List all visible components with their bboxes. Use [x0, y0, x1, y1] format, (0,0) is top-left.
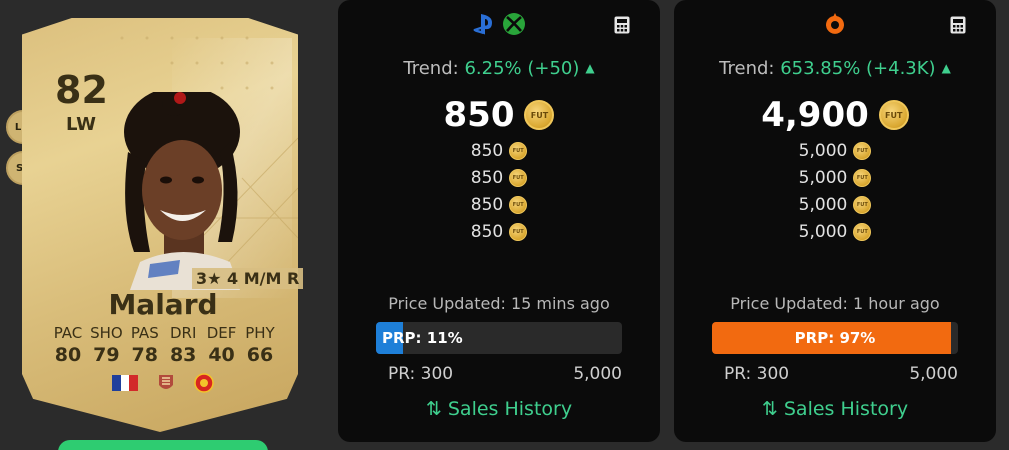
- platform-icons: [338, 12, 660, 36]
- price-trend: Trend: 6.25% (+50) ▲: [338, 58, 660, 79]
- trend-up-arrow-icon: ▲: [941, 61, 951, 75]
- list-item: 850 FUT: [470, 140, 528, 162]
- stat-value: 79: [93, 344, 120, 366]
- price-range-min: PR: 300: [724, 364, 790, 384]
- stat-label: DEF: [206, 324, 237, 342]
- calculator-icon[interactable]: [614, 16, 630, 34]
- league-badge-icon: [159, 375, 173, 389]
- fut-coin-icon: FUT: [853, 223, 872, 241]
- prp-progress-bar: PRP: 11%: [376, 322, 622, 354]
- stat-value: 40: [208, 344, 235, 366]
- platform-icons: [674, 12, 996, 38]
- sort-arrows-icon: ⇅: [425, 398, 442, 420]
- current-price: 4,900 FUT: [674, 95, 996, 135]
- trend-value: 653.85% (+4.3K): [780, 58, 936, 79]
- fut-coin-icon: FUT: [509, 223, 528, 241]
- player-skills-weakfoot: 3★ 4 M/M R: [192, 268, 304, 289]
- list-item: 850 FUT: [470, 221, 528, 243]
- fut-coin-icon: FUT: [509, 169, 528, 187]
- sales-history-link[interactable]: ⇅ Sales History: [674, 398, 996, 420]
- price-value: 850: [470, 168, 504, 188]
- stat-label: PAC: [53, 324, 83, 342]
- stat-label: SHO: [90, 324, 123, 342]
- fut-coin-icon: FUT: [853, 169, 872, 187]
- player-position: LW: [66, 114, 96, 135]
- price-value: 5,000: [798, 195, 848, 215]
- prp-label: PRP:: [794, 329, 835, 347]
- player-rating: 82: [55, 68, 108, 112]
- origin-icon: [826, 13, 844, 34]
- trend-value: 6.25% (+50): [464, 58, 580, 79]
- sales-history-link[interactable]: ⇅ Sales History: [338, 398, 660, 420]
- card-badges: [112, 373, 214, 393]
- list-item: 5,000 FUT: [799, 194, 872, 216]
- green-action-button[interactable]: [58, 440, 268, 450]
- player-portrait: [124, 92, 240, 290]
- current-price-value: 850: [443, 95, 515, 135]
- recent-prices-list: 850 FUT 850 FUT 850 FUT 850 FUT: [338, 140, 660, 243]
- trend-label: Trend:: [403, 58, 459, 79]
- price-trend: Trend: 653.85% (+4.3K) ▲: [674, 58, 996, 79]
- list-item: 850 FUT: [470, 194, 528, 216]
- recent-prices-list: 5,000 FUT 5,000 FUT 5,000 FUT 5,000 FUT: [674, 140, 996, 243]
- price-value: 5,000: [798, 168, 848, 188]
- sales-history-label: Sales History: [783, 398, 909, 420]
- xbox-icon: [503, 13, 525, 35]
- price-updated-time: Price Updated: 15 mins ago: [388, 294, 610, 313]
- price-range-max: 5,000: [909, 364, 958, 384]
- france-flag-icon: [112, 375, 139, 391]
- price-range: PR: 300 5,000: [724, 364, 958, 384]
- trend-up-arrow-icon: ▲: [585, 61, 595, 75]
- price-value: 5,000: [798, 141, 848, 161]
- stat-value: 66: [246, 344, 274, 366]
- fut-coin-icon: FUT: [524, 100, 555, 130]
- stat-value: 78: [131, 344, 158, 366]
- price-range-min: PR: 300: [388, 364, 454, 384]
- fut-coin-icon: FUT: [853, 196, 872, 214]
- playstation-icon: [473, 14, 492, 35]
- fut-coin-icon: FUT: [853, 142, 872, 160]
- price-range: PR: 300 5,000: [388, 364, 622, 384]
- player-name: Malard: [108, 288, 218, 321]
- sort-arrows-icon: ⇅: [761, 398, 778, 420]
- prp-value: 11%: [426, 329, 463, 347]
- current-price-value: 4,900: [761, 95, 869, 135]
- stat-values: 80 79 78 83 40 66: [50, 344, 278, 366]
- stat-value: 83: [169, 344, 197, 366]
- console-price-panel: Trend: 6.25% (+50) ▲ 850 FUT 850 FUT 850 FU…: [338, 0, 660, 442]
- stat-label: PHY: [245, 324, 275, 342]
- stat-labels: PAC SHO PAS DRI DEF PHY: [50, 324, 278, 342]
- sales-history-label: Sales History: [447, 398, 573, 420]
- fut-coin-icon: FUT: [878, 100, 909, 130]
- manchester-united-crest-icon: [194, 373, 214, 393]
- stat-label: PAS: [130, 324, 159, 342]
- price-value: 850: [470, 222, 504, 242]
- price-updated-time: Price Updated: 1 hour ago: [730, 294, 940, 313]
- fut-coin-icon: FUT: [509, 196, 528, 214]
- list-item: 850 FUT: [470, 167, 528, 189]
- stat-value: 80: [54, 344, 82, 366]
- calculator-icon[interactable]: [950, 16, 966, 34]
- price-value: 850: [470, 195, 504, 215]
- price-value: 850: [470, 141, 504, 161]
- list-item: 5,000 FUT: [799, 167, 872, 189]
- prp-value: 97%: [839, 329, 876, 347]
- fut-coin-icon: FUT: [509, 142, 528, 160]
- prp-progress-bar: PRP: 97%: [712, 322, 958, 354]
- prp-label: PRP:: [382, 329, 422, 347]
- list-item: 5,000 FUT: [799, 221, 872, 243]
- stat-label: DRI: [169, 324, 197, 342]
- trend-label: Trend:: [719, 58, 775, 79]
- pc-price-panel: Trend: 653.85% (+4.3K) ▲ 4,900 FUT 5,000 F…: [674, 0, 996, 442]
- price-range-max: 5,000: [573, 364, 622, 384]
- current-price: 850 FUT: [338, 95, 660, 135]
- list-item: 5,000 FUT: [799, 140, 872, 162]
- price-value: 5,000: [798, 222, 848, 242]
